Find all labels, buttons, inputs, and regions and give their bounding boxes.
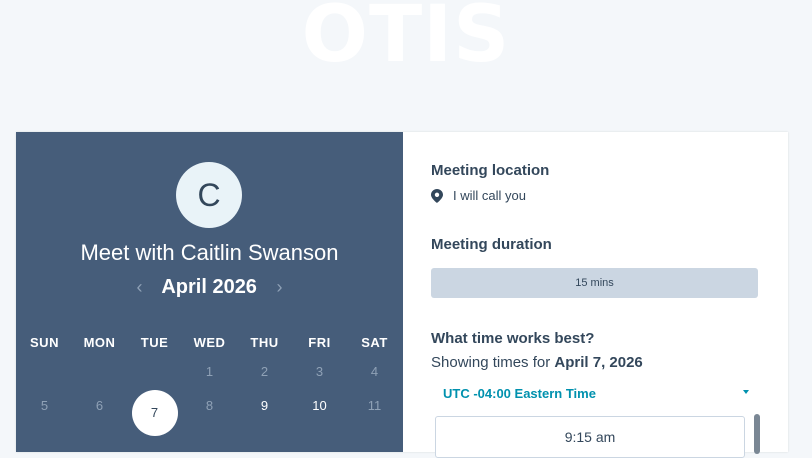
calendar-day: 5 (40, 397, 49, 413)
calendar-weeks: 1 2 3 4 5 6 7 8 9 10 11 (17, 354, 402, 436)
location-label: Meeting location (431, 162, 550, 179)
duration-option[interactable]: 15 mins (431, 268, 758, 298)
avatar: C (176, 162, 242, 228)
timezone-value: UTC -04:00 Eastern Time (443, 386, 596, 401)
booking-card: C Meet with Caitlin Swanson ‹ April 2026… (16, 132, 788, 458)
selected-day-number: 7 (131, 390, 178, 436)
calendar-day: 2 (260, 363, 269, 379)
calendar-day-selected[interactable]: 7 (127, 374, 182, 436)
chevron-right-icon[interactable]: › (277, 277, 283, 297)
calendar-day: 8 (205, 397, 214, 413)
company-logo: OTIS (301, 0, 511, 80)
details-panel: Meeting location I will call you Meeting… (403, 132, 788, 458)
timezone-select[interactable]: UTC -04:00 Eastern Time (443, 386, 749, 401)
duration-label: Meeting duration (431, 236, 552, 253)
weekday-mon: MON (83, 334, 116, 350)
meeting-title: Meet with Caitlin Swanson (80, 240, 339, 265)
calendar-day[interactable]: 9 (237, 398, 292, 413)
month-label: April 2026 (161, 276, 257, 298)
time-question: What time works best? (431, 330, 595, 347)
month-navigation: ‹ April 2026 › (16, 276, 403, 299)
weekday-wed: WED (193, 334, 226, 350)
calendar-week: 1 2 3 4 (17, 354, 402, 388)
calendar-day[interactable]: 10 (292, 398, 347, 413)
weekday-sat: SAT (361, 334, 388, 350)
showing-times: Showing times for April 7, 2026 (431, 354, 643, 371)
calendar-day: 3 (315, 363, 324, 379)
calendar-grid: SUN MON TUE WED THU FRI SAT 1 2 3 4 5 6 7 8 9 10 11 (17, 330, 402, 436)
time-slot-button[interactable]: 9:15 am (435, 416, 745, 458)
weekday-tue: TUE (140, 334, 169, 350)
calendar-day: 4 (370, 363, 379, 379)
weekday-thu: THU (250, 334, 279, 350)
location-value: I will call you (453, 188, 526, 203)
weekday-fri: FRI (308, 334, 331, 350)
showing-date: April 7, 2026 (554, 354, 643, 371)
chevron-left-icon[interactable]: ‹ (137, 277, 143, 297)
calendar-panel: C Meet with Caitlin Swanson ‹ April 2026… (16, 132, 403, 452)
calendar-day: 6 (95, 397, 104, 413)
calendar-day: 11 (367, 397, 382, 413)
location-row: I will call you (431, 188, 526, 203)
scrollbar[interactable] (754, 414, 760, 454)
weekday-sun: SUN (30, 334, 59, 350)
calendar-day: 1 (205, 363, 214, 379)
map-pin-icon (431, 188, 443, 203)
calendar-week: 5 6 7 8 9 10 11 (17, 388, 402, 436)
weekday-header: SUN MON TUE WED THU FRI SAT (17, 330, 402, 354)
caret-down-icon (743, 390, 749, 394)
showing-prefix: Showing times for (431, 354, 555, 371)
